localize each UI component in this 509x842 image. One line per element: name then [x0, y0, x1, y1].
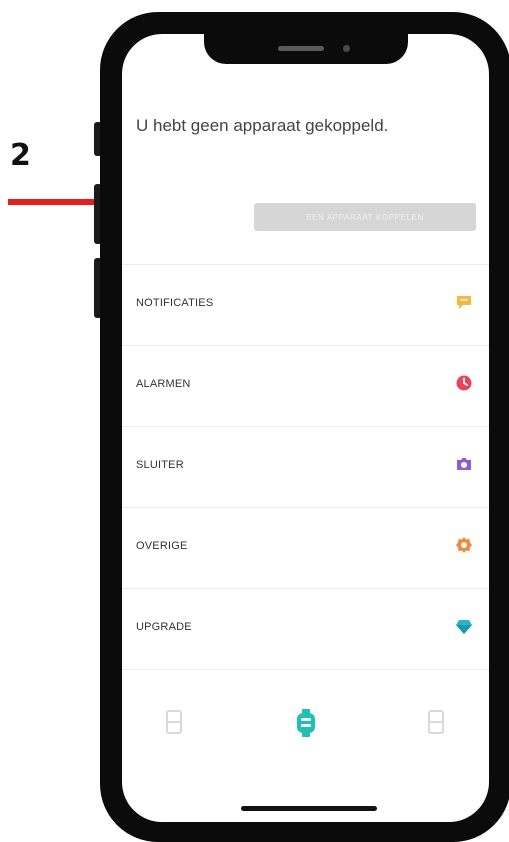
menu-item-label: NOTIFICATIES	[136, 297, 214, 309]
front-camera	[343, 45, 350, 52]
tab-watch-icon[interactable]	[294, 708, 318, 738]
phone-screen: U hebt geen apparaat gekoppeld. EEN APPA…	[122, 34, 489, 822]
step-number-label: 2	[10, 138, 31, 173]
home-indicator[interactable]	[241, 806, 377, 811]
menu-item-label: ALARMEN	[136, 378, 191, 390]
camera-icon	[457, 458, 471, 470]
settings-menu: NOTIFICATIES ALARMEN SLUITER OVERIGE UPG…	[122, 264, 489, 670]
speaker-grille	[278, 46, 324, 51]
diamond-icon	[456, 620, 472, 634]
chat-bubble-icon	[457, 296, 471, 309]
menu-item-label: SLUITER	[136, 459, 184, 471]
tab-right-device-icon[interactable]	[424, 708, 448, 738]
menu-item-alarmen[interactable]: ALARMEN	[122, 345, 489, 426]
menu-item-notificaties[interactable]: NOTIFICATIES	[122, 264, 489, 345]
notch	[204, 34, 408, 64]
menu-item-label: OVERIGE	[136, 540, 188, 552]
bottom-tab-bar	[122, 694, 489, 754]
gear-icon	[456, 537, 472, 553]
menu-item-sluiter[interactable]: SLUITER	[122, 426, 489, 507]
menu-item-overige[interactable]: OVERIGE	[122, 507, 489, 588]
menu-item-label: UPGRADE	[136, 621, 192, 633]
tab-left-device-icon[interactable]	[162, 708, 186, 738]
phone-frame: U hebt geen apparaat gekoppeld. EEN APPA…	[100, 12, 509, 842]
connect-device-button[interactable]: EEN APPARAAT KOPPELEN	[254, 203, 476, 231]
clock-icon	[456, 375, 472, 391]
no-device-message: U hebt geen apparaat gekoppeld.	[136, 116, 389, 135]
menu-item-upgrade[interactable]: UPGRADE	[122, 588, 489, 670]
